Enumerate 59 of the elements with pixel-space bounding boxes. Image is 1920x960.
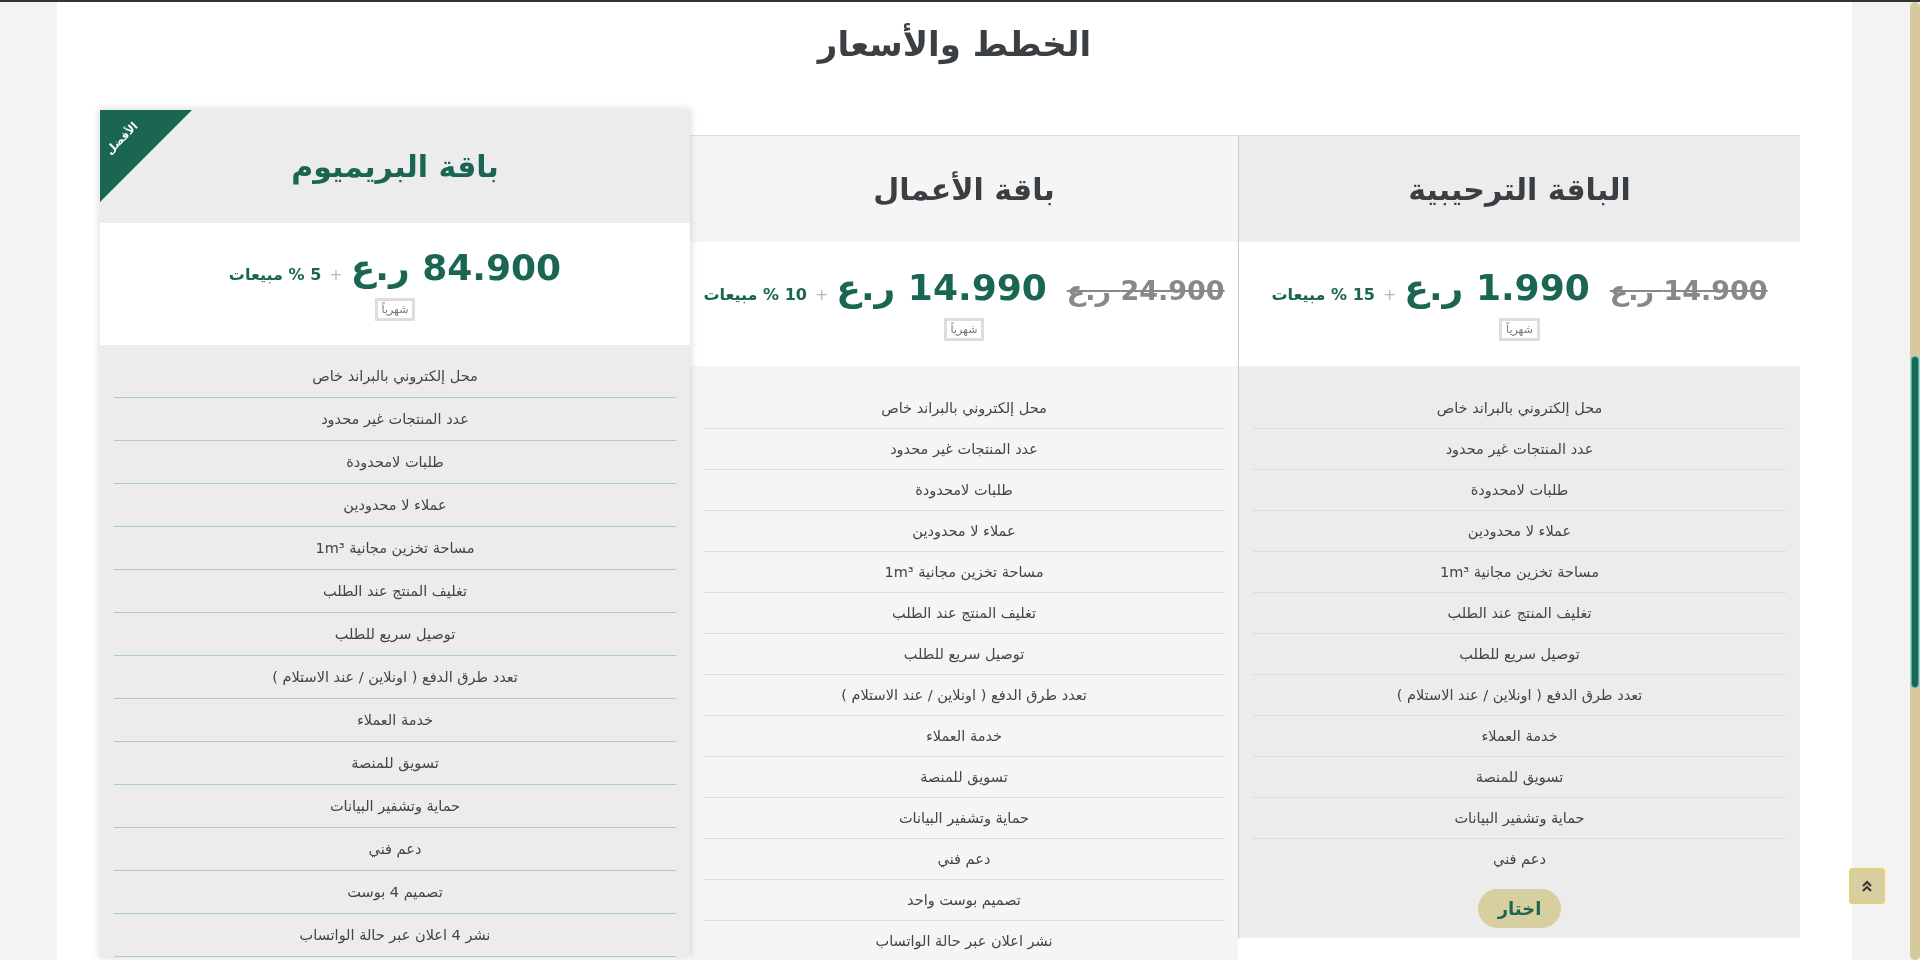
feature-item: طلبات لامحدودة bbox=[1253, 470, 1786, 511]
feature-item: طلبات لامحدودة bbox=[704, 470, 1224, 511]
scrollbar[interactable] bbox=[1910, 2, 1920, 960]
scroll-top-button[interactable] bbox=[1849, 868, 1885, 904]
feature-item: خدمة العملاء bbox=[1253, 716, 1786, 757]
plan-name: باقة البريميوم bbox=[291, 149, 499, 184]
sales-commission: 15 % مبيعات bbox=[1271, 285, 1375, 304]
choose-button[interactable]: اختار bbox=[1477, 889, 1562, 928]
feature-item: محل إلكتروني بالبراند خاص bbox=[704, 388, 1224, 429]
feature-item: مساحة تخزين مجانية 1m³ bbox=[704, 552, 1224, 593]
ribbon-label: الأفضل bbox=[103, 119, 141, 158]
feature-item: تعدد طرق الدفع ( اونلاين / عند الاستلام ) bbox=[1253, 675, 1786, 716]
feature-item: عدد المنتجات غير محدود bbox=[1253, 429, 1786, 470]
feature-item: توصيل سريع للطلب bbox=[704, 634, 1224, 675]
plan-name: الباقة الترحيبية bbox=[1408, 171, 1631, 207]
billing-period: شهرياً bbox=[943, 318, 985, 341]
feature-item: توصيل سريع للطلب bbox=[1253, 634, 1786, 675]
plus-sign: + bbox=[1382, 285, 1397, 304]
feature-item: نشر 4 اعلان عبر حالة الواتساب bbox=[114, 914, 676, 957]
feature-item: تغليف المنتج عند الطلب bbox=[1253, 593, 1786, 634]
feature-item: دعم فني bbox=[704, 839, 1224, 880]
feature-item: خدمة العملاء bbox=[114, 699, 676, 742]
double-chevron-up-icon bbox=[1860, 879, 1874, 893]
feature-item: حماية وتشفير البيانات bbox=[114, 785, 676, 828]
feature-item: خدمة العملاء bbox=[704, 716, 1224, 757]
feature-item: عدد المنتجات غير محدود bbox=[704, 429, 1224, 470]
feature-item: تعدد طرق الدفع ( اونلاين / عند الاستلام ) bbox=[114, 656, 676, 699]
feature-item: عملاء لا محدودين bbox=[1253, 511, 1786, 552]
feature-item: محل إلكتروني بالبراند خاص bbox=[1253, 388, 1786, 429]
feature-item: توصيل سريع للطلب bbox=[114, 613, 676, 656]
section-title: الخطط والأسعار bbox=[815, 24, 1093, 64]
feature-item: دعم فني bbox=[114, 828, 676, 871]
plan-name: باقة الأعمال bbox=[873, 171, 1055, 207]
feature-item: طلبات لامحدودة bbox=[114, 441, 676, 484]
feature-item: تسويق للمنصة bbox=[704, 757, 1224, 798]
feature-item: تصميم بوست واحد bbox=[704, 880, 1224, 921]
billing-period: شهرياً bbox=[374, 298, 416, 321]
feature-item: تسويق للمنصة bbox=[114, 742, 676, 785]
feature-item: تغليف المنتج عند الطلب bbox=[114, 570, 676, 613]
feature-item: تسويق للمنصة bbox=[1253, 757, 1786, 798]
plus-sign: + bbox=[814, 285, 829, 304]
feature-item: مساحة تخزين مجانية 1m³ bbox=[114, 527, 676, 570]
plus-sign: + bbox=[329, 265, 343, 284]
feature-item: مساحة تخزين مجانية 1m³ bbox=[1253, 552, 1786, 593]
feature-item: عدد المنتجات غير محدود bbox=[114, 398, 676, 441]
feature-item: دعم فني bbox=[1492, 850, 1547, 870]
feature-item: تغليف المنتج عند الطلب bbox=[704, 593, 1224, 634]
feature-item: عملاء لا محدودين bbox=[704, 511, 1224, 552]
sales-commission: 10 % مبيعات bbox=[703, 285, 807, 304]
billing-period: شهرياً bbox=[1499, 318, 1540, 341]
feature-item: تعدد طرق الدفع ( اونلاين / عند الاستلام ) bbox=[704, 675, 1224, 716]
sales-commission: 5 % مبيعات bbox=[228, 265, 322, 284]
feature-item: محل إلكتروني بالبراند خاص bbox=[114, 355, 676, 398]
feature-item: حماية وتشفير البيانات bbox=[704, 798, 1224, 839]
feature-item: نشر اعلان عبر حالة الواتساب bbox=[704, 921, 1224, 960]
feature-item: تصميم 4 بوست bbox=[114, 871, 676, 914]
feature-item: حماية وتشفير البيانات bbox=[1253, 798, 1786, 839]
feature-item: عملاء لا محدودين bbox=[114, 484, 676, 527]
scrollbar-thumb[interactable] bbox=[1911, 356, 1919, 688]
